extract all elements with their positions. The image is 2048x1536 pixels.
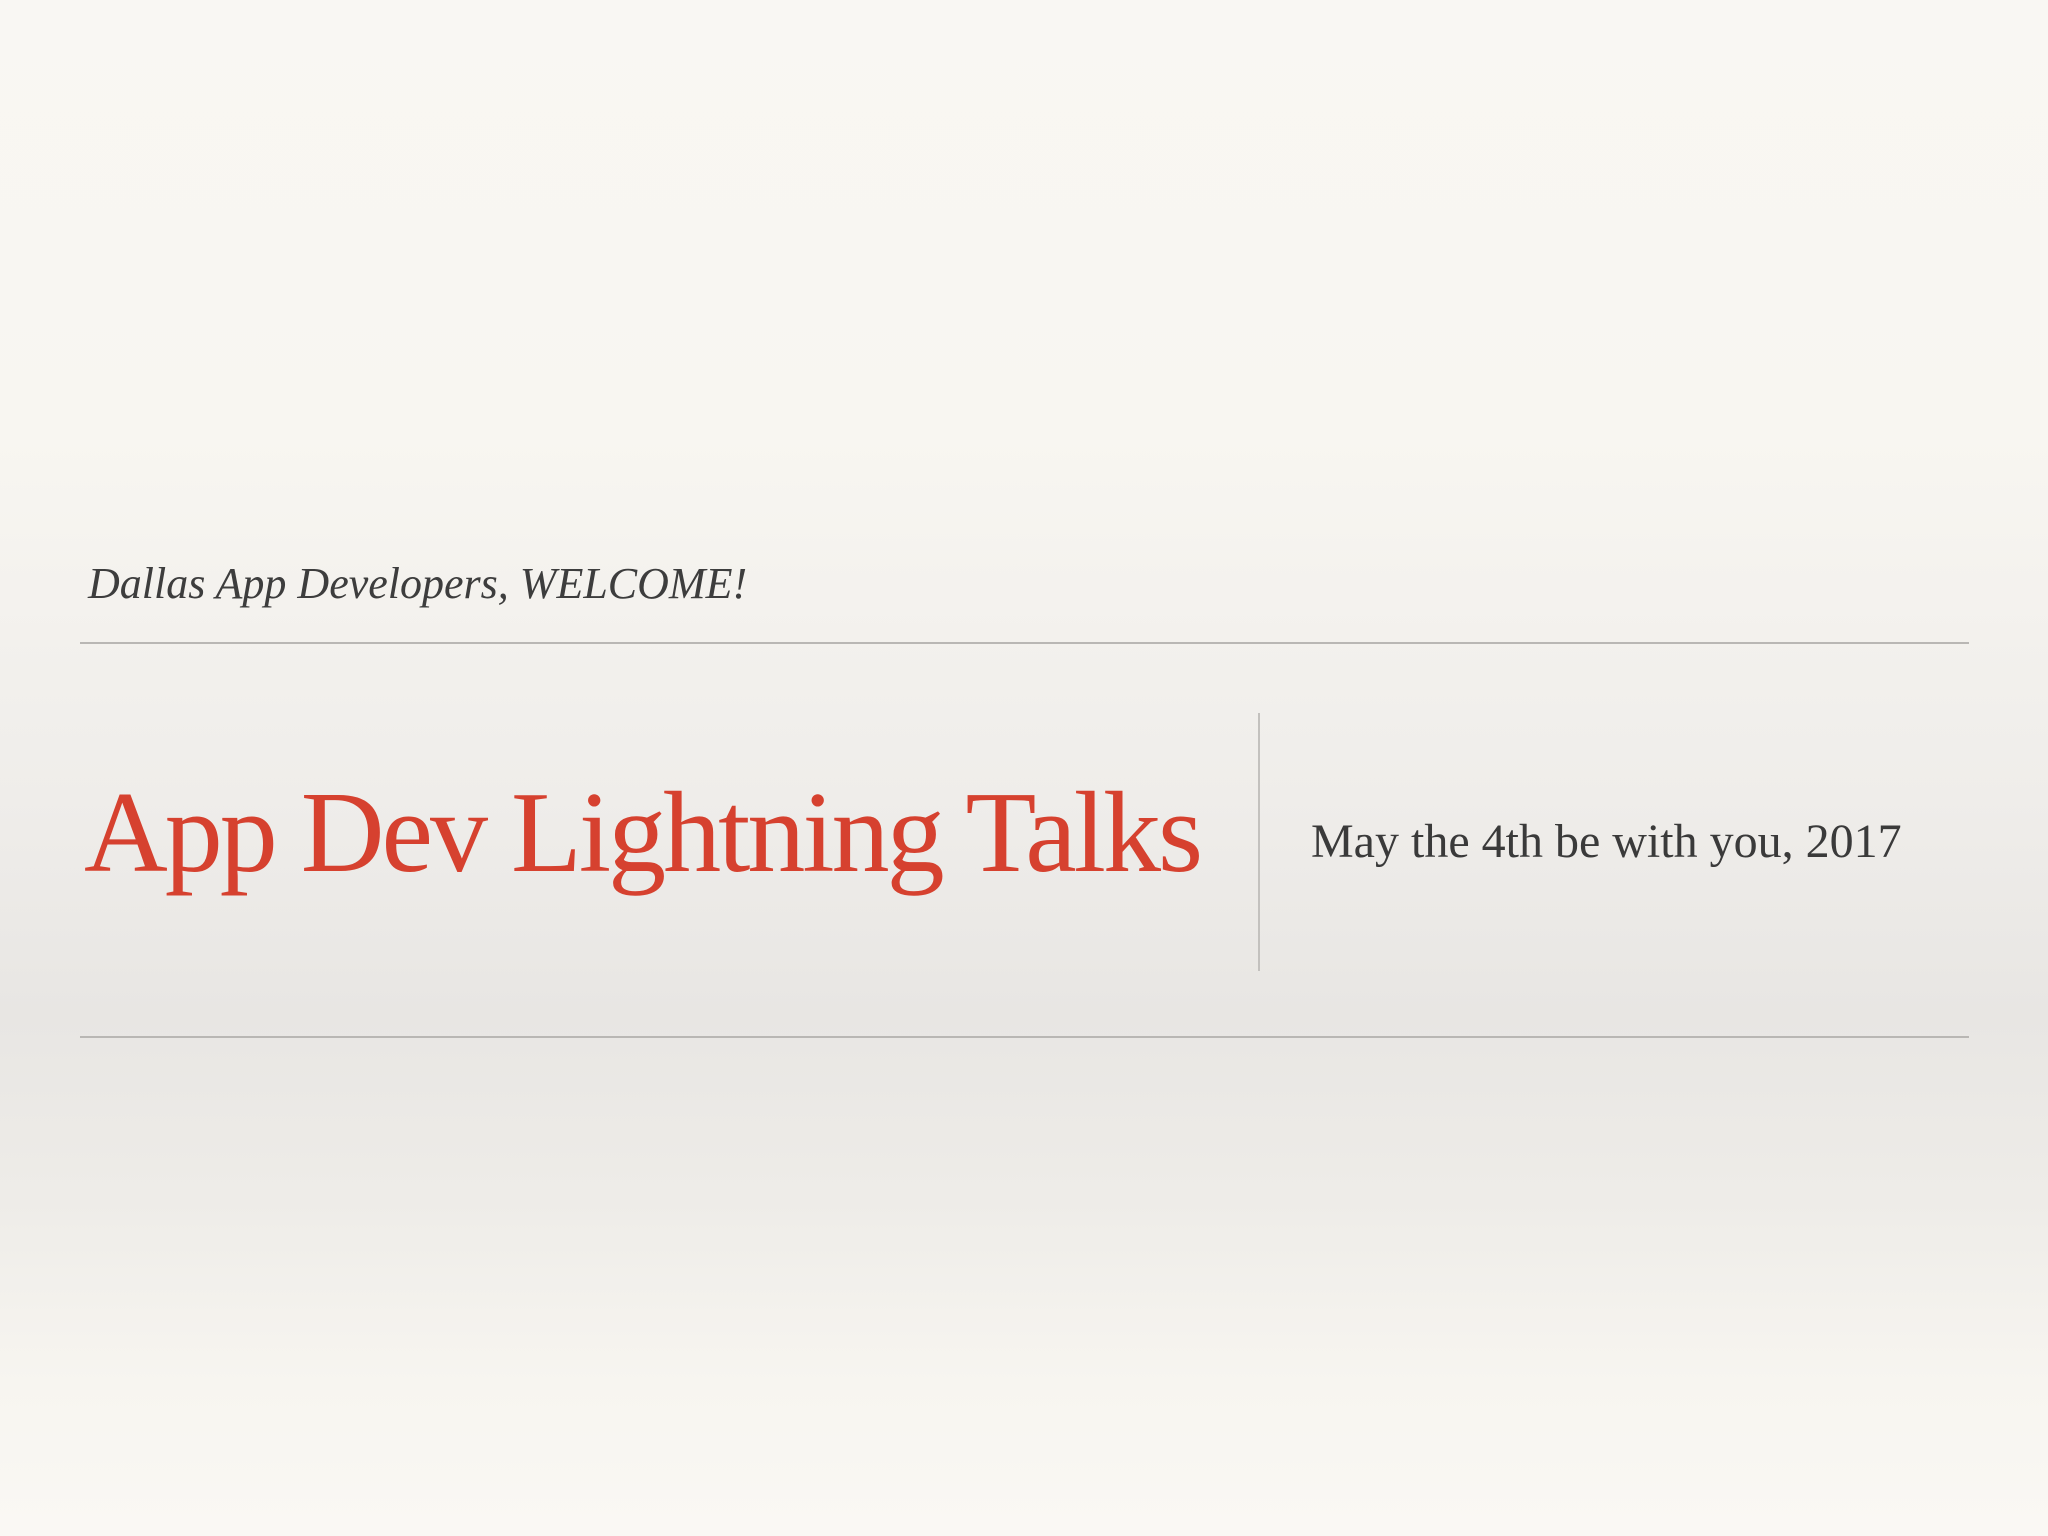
bottom-divider <box>80 1036 1969 1038</box>
slide-title: App Dev Lightning Talks <box>84 769 1203 897</box>
slide-date: May the 4th be with you, 2017 <box>1311 815 1902 868</box>
vertical-divider <box>1258 713 1260 971</box>
top-divider <box>80 642 1969 644</box>
title-slide: Dallas App Developers, WELCOME! App Dev … <box>0 0 2048 1536</box>
slide-subtitle: Dallas App Developers, WELCOME! <box>88 559 748 608</box>
